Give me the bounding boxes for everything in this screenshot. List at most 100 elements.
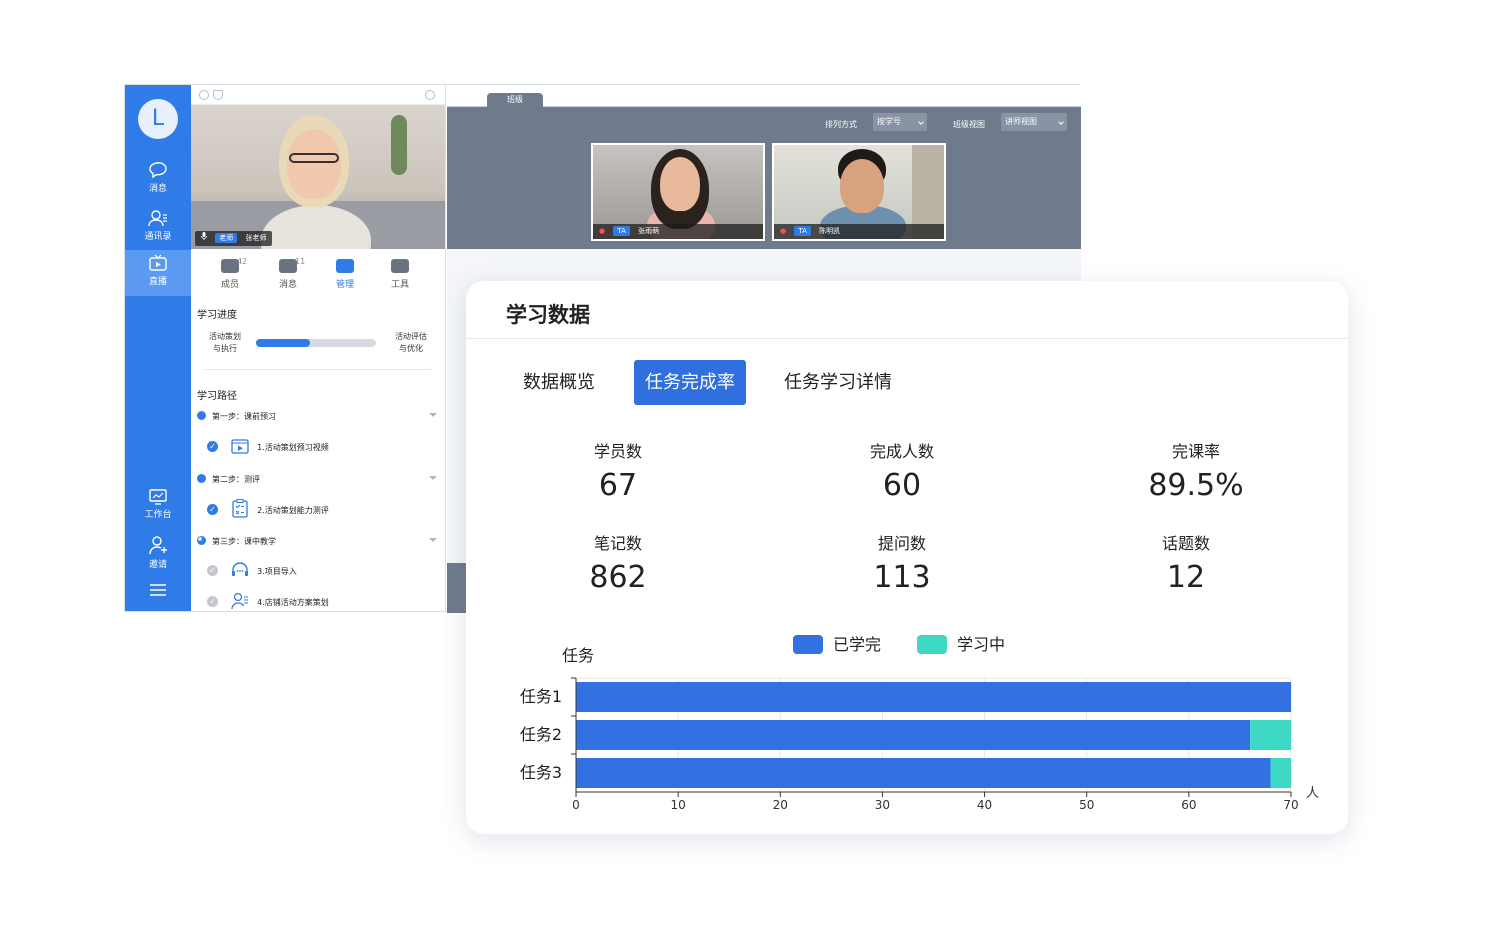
x-tick-label: 40 — [977, 798, 992, 812]
stat-label: 完成人数 — [869, 442, 934, 461]
nav-item-label: 通讯录 — [144, 232, 172, 242]
view-select[interactable]: 讲师视图 — [1001, 113, 1067, 131]
tab-label: 成员 — [220, 280, 239, 290]
sort-select[interactable]: 按学号 — [873, 113, 927, 131]
sidebar-tabs: 42 成员 11 消息 管理 工具 — [191, 257, 445, 297]
stat-notes: 笔记数 862 — [518, 530, 718, 595]
task-label: 4.店铺活动方案策划 — [257, 598, 329, 607]
tab-manage[interactable]: 管理 — [320, 257, 370, 290]
classroom-sidebar: 老师 张老师 42 成员 11 消息 管理 工具 学习进度 活动策划 与执行 活… — [191, 85, 446, 611]
tab-class[interactable]: 班级 — [487, 93, 543, 107]
stat-value: 12 — [1166, 560, 1206, 595]
task-label: 2.活动策划能力测评 — [257, 506, 329, 515]
tab-label: 工具 — [390, 280, 409, 290]
gear-icon[interactable] — [425, 90, 435, 100]
stat-completed: 完成人数 60 — [802, 438, 1002, 503]
task-item[interactable]: ✓ 2.活动策划能力测评 — [207, 498, 329, 518]
student-face — [840, 159, 884, 213]
shield-icon[interactable] — [213, 90, 223, 100]
nav-item-workbench[interactable]: 工作台 — [125, 483, 191, 527]
task-completion-bar-chart: 0 10 20 30 40 50 60 70 任务1 任务2 任务3 任务人 — [520, 646, 1319, 812]
tab-tools[interactable]: 工具 — [375, 257, 425, 290]
nav-item-messages[interactable]: 消息 — [125, 157, 191, 201]
bar-segment — [1270, 758, 1291, 788]
student-role-badge: TA — [613, 226, 630, 236]
tab-messages[interactable]: 11 消息 — [263, 257, 313, 290]
progress-start-label: 活动策划 与执行 — [203, 331, 247, 355]
stat-completion-rate: 完课率 89.5% — [1096, 438, 1296, 503]
check-icon: ✓ — [207, 504, 218, 515]
stat-students: 学员数 67 — [518, 438, 718, 503]
card-title: 学习数据 — [506, 303, 590, 327]
step-label: 第一步：课前预习 — [212, 412, 276, 421]
messages-count: 11 — [295, 257, 306, 266]
sort-select-value: 按学号 — [877, 117, 901, 126]
task-label: 1.活动策划预习视频 — [257, 443, 329, 452]
chevron-down-icon — [918, 119, 924, 125]
task-item[interactable]: ✓ 3.项目导入 — [207, 561, 297, 579]
nav-item-live[interactable]: 直播 — [125, 250, 191, 296]
toolbox-icon — [391, 259, 409, 273]
y-category-label: 任务1 — [520, 687, 562, 706]
divider — [205, 369, 431, 370]
nav-item-label: 直播 — [148, 277, 167, 287]
tab-data-overview[interactable]: 数据概览 — [512, 360, 606, 405]
progress-start-label-line1: 活动策划 — [209, 332, 241, 341]
x-tick-label: 30 — [875, 798, 890, 812]
task-label: 3.项目导入 — [257, 567, 297, 576]
student-video[interactable]: ● TA 陈明凯 — [772, 143, 946, 241]
progress-title: 学习进度 — [197, 310, 237, 321]
step-2[interactable]: 第二步：测评 — [197, 474, 437, 485]
teacher-video-tag: 老师 张老师 — [195, 231, 273, 246]
chevron-down-icon — [1058, 119, 1064, 125]
stat-label: 学员数 — [593, 442, 642, 461]
learning-data-card: 学习数据 数据概览 任务完成率 任务学习详情 学员数 67 完成人数 60 完课… — [466, 281, 1348, 834]
nav-item-label: 消息 — [148, 184, 167, 194]
video-icon — [230, 439, 249, 454]
stat-questions: 提问数 113 — [802, 530, 1002, 595]
stat-label: 完课率 — [1171, 442, 1220, 461]
step-1[interactable]: 第一步：课前预习 — [197, 411, 437, 422]
student-video[interactable]: ● TA 张雨萌 — [591, 143, 765, 241]
x-tick-label: 10 — [671, 798, 686, 812]
hamburger-menu-icon[interactable] — [149, 583, 167, 597]
teacher-video[interactable]: 老师 张老师 — [191, 105, 445, 249]
teacher-face — [287, 129, 341, 199]
student-video-tag: ● TA 张雨萌 — [593, 224, 763, 239]
check-icon: ✓ — [207, 596, 218, 607]
step-dot — [197, 411, 206, 420]
stat-value: 862 — [589, 560, 647, 595]
task-item[interactable]: ✓ 1.活动策划预习视频 — [207, 437, 329, 455]
stat-label: 提问数 — [877, 534, 926, 553]
mic-muted-icon: ● — [599, 227, 606, 235]
student-name: 张雨萌 — [638, 227, 660, 235]
task-item[interactable]: ✓ 4.店铺活动方案策划 — [207, 592, 329, 610]
tab-task-study-details[interactable]: 任务学习详情 — [773, 360, 903, 405]
progress-end-label-line2: 与优化 — [399, 344, 423, 353]
x-axis-unit: 人 — [1306, 786, 1319, 801]
x-tick-label: 20 — [773, 798, 788, 812]
y-axis-title: 任务 — [562, 646, 594, 665]
mic-muted-icon: ● — [780, 227, 787, 235]
tab-members[interactable]: 42 成员 — [205, 257, 255, 290]
info-icon[interactable] — [199, 90, 209, 100]
step-3[interactable]: 第三步：课中教学 — [197, 536, 437, 547]
progress-end-label-line1: 活动评估 — [395, 332, 427, 341]
divider — [466, 338, 1348, 339]
step-label: 第二步：测评 — [212, 475, 260, 484]
user-avatar[interactable]: L — [138, 99, 178, 139]
x-tick-label: 60 — [1181, 798, 1196, 812]
user-list-icon — [230, 592, 248, 610]
x-tick-label: 70 — [1283, 798, 1298, 812]
step-dot — [197, 474, 206, 483]
tab-label: 消息 — [278, 280, 297, 290]
stat-label: 话题数 — [1161, 534, 1210, 553]
nav-item-contacts[interactable]: 通讯录 — [125, 205, 191, 249]
chevron-down-icon[interactable] — [429, 538, 437, 542]
tab-task-completion-rate[interactable]: 任务完成率 — [634, 360, 746, 405]
teacher-glasses — [289, 153, 339, 163]
nav-item-invite[interactable]: 邀请 — [125, 531, 191, 575]
y-category-label: 任务2 — [520, 725, 562, 744]
chevron-down-icon[interactable] — [429, 476, 437, 480]
chevron-down-icon[interactable] — [429, 413, 437, 417]
